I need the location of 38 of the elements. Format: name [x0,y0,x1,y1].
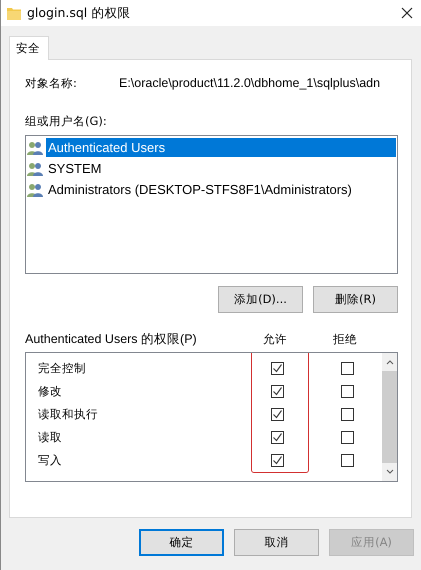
dialog-button[interactable]: 确定 [139,529,224,556]
users-icon [27,140,45,154]
field-label: Authenticated Users 的权限(P) [25,330,198,348]
field-label: 组或用户名(G): [25,114,108,129]
permission-name: 修改 [38,384,63,399]
object-path: E:\oracle\product\11.2.0\dbhome_1\sqlplus\adn [119,76,380,92]
users-icon [27,182,45,196]
close-icon[interactable] [401,7,413,19]
permission-name: 完全控制 [38,361,87,376]
dialog-button[interactable]: 添加(D)... [218,286,303,313]
permission-name: 写入 [38,453,63,468]
list-item[interactable]: SYSTEM [46,159,396,178]
checkbox[interactable] [340,408,354,421]
folder-icon [7,6,21,20]
checkbox[interactable] [270,385,284,398]
window-title: glogin.sql 的权限 [27,4,132,22]
scroll-up-icon[interactable] [386,359,394,365]
column-header: 允许 [262,332,288,346]
checkbox[interactable] [270,454,284,467]
list-item[interactable]: Administrators (DESKTOP-STFS8F1\Administrators) [46,180,396,199]
checkbox[interactable] [340,431,354,444]
field-label: 对象名称: [25,76,78,92]
users-icon [27,162,45,176]
scrollbar[interactable] [382,353,397,481]
permission-name: 读取和执行 [38,407,99,422]
list-item[interactable]: Authenticated Users [46,138,396,157]
checkbox[interactable] [270,431,284,444]
column-header: 拒绝 [332,332,358,346]
dialog-button[interactable]: 删除(R) [313,286,398,313]
scroll-down-icon[interactable] [386,469,394,475]
tab[interactable]: 安全 [9,36,49,60]
checkbox[interactable] [340,454,354,467]
checkbox[interactable] [270,362,284,375]
checkbox[interactable] [340,362,354,375]
permission-name: 读取 [38,430,63,445]
checkbox[interactable] [270,408,284,421]
dialog-button[interactable]: 取消 [234,529,319,556]
checkbox[interactable] [340,385,354,398]
